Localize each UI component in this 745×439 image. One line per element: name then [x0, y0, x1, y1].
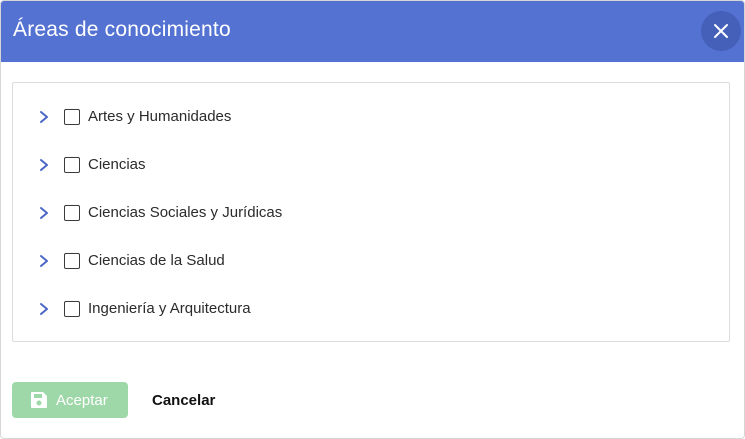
chevron-right-icon[interactable] [37, 205, 51, 221]
node-label[interactable]: Artes y Humanidades [88, 108, 231, 125]
node-checkbox[interactable] [64, 301, 80, 317]
cancel-button[interactable]: Cancelar [141, 382, 231, 418]
accept-label: Aceptar [56, 392, 108, 409]
node-label[interactable]: Ciencias Sociales y Jurídicas [88, 204, 282, 221]
cancel-label: Cancelar [152, 392, 216, 409]
close-button[interactable] [701, 11, 741, 51]
tree-node: Artes y Humanidades [13, 105, 713, 129]
node-label[interactable]: Ingeniería y Arquitectura [88, 300, 251, 317]
node-label[interactable]: Ciencias de la Salud [88, 252, 225, 269]
node-label[interactable]: Ciencias [88, 156, 146, 173]
chevron-right-icon[interactable] [37, 301, 51, 317]
tree-node: Ingeniería y Arquitectura [13, 297, 713, 321]
tree-node: Ciencias Sociales y Jurídicas [13, 201, 713, 225]
dialog-header: Áreas de conocimiento [1, 1, 744, 62]
tree-panel: Artes y Humanidades Ciencias Ciencias So… [12, 82, 730, 342]
tree-node: Ciencias [13, 153, 713, 177]
chevron-right-icon[interactable] [37, 157, 51, 173]
dialog-title: Áreas de conocimiento [13, 18, 231, 41]
node-checkbox[interactable] [64, 157, 80, 173]
chevron-right-icon[interactable] [37, 109, 51, 125]
node-checkbox[interactable] [64, 109, 80, 125]
close-icon [714, 24, 728, 38]
node-checkbox[interactable] [64, 205, 80, 221]
accept-button[interactable]: Aceptar [12, 382, 128, 418]
chevron-right-icon[interactable] [37, 253, 51, 269]
dialog: Áreas de conocimiento Artes y Humanidade… [0, 0, 745, 439]
node-checkbox[interactable] [64, 253, 80, 269]
tree-node: Ciencias de la Salud [13, 249, 713, 273]
save-icon [31, 392, 47, 408]
